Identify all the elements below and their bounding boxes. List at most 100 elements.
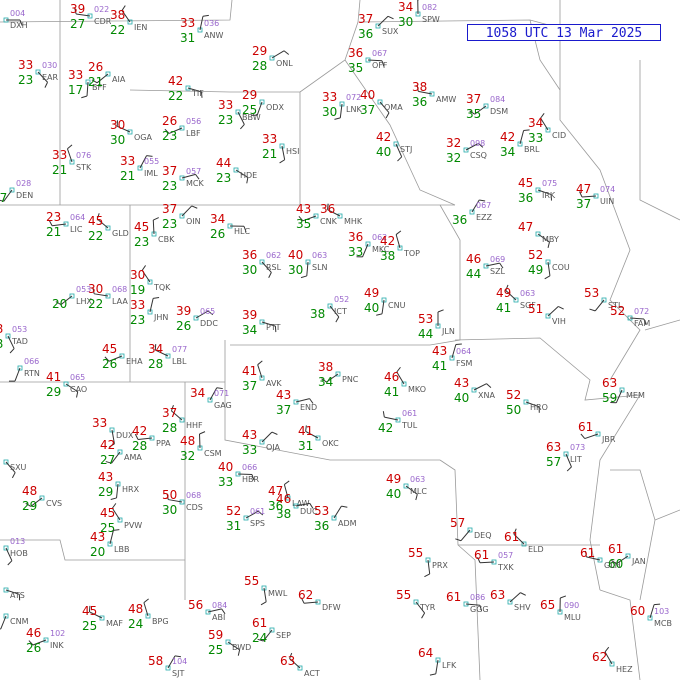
temperature-label: 61 — [474, 548, 489, 562]
station-plot-jhn: 3323 JHN — [130, 297, 168, 327]
dewpoint-label: 50 — [506, 403, 521, 417]
pressure-label: 067 — [372, 49, 387, 58]
dewpoint-label: 36 — [518, 191, 533, 205]
station-id-label: GLD — [112, 229, 129, 238]
station-id-label: CNK — [320, 217, 338, 226]
dewpoint-label: 27 — [100, 453, 115, 467]
wind-barb-feather — [257, 360, 263, 366]
station-id-label: SEP — [276, 631, 291, 640]
station-id-label: SZL — [490, 267, 506, 276]
temperature-label: 63 — [490, 588, 505, 602]
station-id-label: EAR — [42, 73, 59, 82]
station-plot-bwd: 5925 BWD — [208, 628, 251, 657]
temperature-label: 33 — [120, 154, 135, 168]
station-id-label: DXH — [10, 21, 28, 30]
station-plot-lit: 6357 073 LIT — [546, 440, 585, 472]
dewpoint-label: 24 — [128, 617, 143, 631]
temperature-label: 42 — [132, 424, 147, 438]
dewpoint-label: 32 — [446, 151, 461, 165]
station-plot-sjt: 58 104 SJT — [148, 654, 187, 678]
station-plot-pvw: 4525 PVW — [100, 503, 142, 535]
pressure-label: 030 — [42, 61, 57, 70]
temperature-label: 37 — [162, 164, 177, 178]
station-plot-sln: 4030 063 SLN — [288, 248, 328, 279]
station-plot-jln: 5344 JLN — [418, 309, 455, 341]
wind-barb-feather — [143, 598, 149, 604]
wind-barb-feather — [523, 129, 530, 131]
wind-barb — [0, 615, 7, 630]
dewpoint-label: 23 — [134, 235, 149, 249]
dewpoint-label: 38 — [310, 307, 325, 321]
station-id-label: JBR — [601, 435, 616, 444]
dewpoint-label: 40 — [376, 145, 391, 159]
dewpoint-label: 34 — [242, 323, 257, 337]
temperature-label: 34 — [210, 212, 225, 226]
station-plot-shv: 63 SHV — [490, 588, 531, 612]
wind-barb — [181, 205, 193, 217]
station-plot-bpg: 4824 BPG — [128, 598, 169, 631]
station-id-label: HBR — [242, 475, 260, 484]
station-id-label: IRK — [542, 191, 556, 200]
temperature-label: 53 — [584, 286, 599, 300]
station-id-label: TAD — [11, 337, 28, 346]
temperature-label: 41 — [46, 370, 61, 384]
station-plot-lfk: 64 LFK — [418, 646, 457, 676]
dewpoint-label: 17 — [0, 191, 7, 205]
station-plot-den: 17 028 DEN — [0, 179, 33, 205]
temperature-label: 40 — [288, 248, 303, 262]
dewpoint-label: 33 — [218, 475, 233, 489]
temperature-label: 42 — [168, 74, 183, 88]
wind-barb-feather — [486, 383, 492, 389]
pressure-label: 074 — [600, 185, 615, 194]
station-id-label: SPS — [250, 519, 265, 528]
station-plot-ddc: 3926 065 DDC — [176, 304, 218, 333]
station-plot-rsl: 3630 062 RSL — [242, 248, 282, 278]
temperature-label: 52 — [226, 504, 241, 518]
temperature-label: 43 — [276, 388, 291, 402]
dewpoint-label: 33 — [528, 131, 543, 145]
pressure-label: 076 — [76, 151, 91, 160]
wind-barb-feather — [335, 316, 340, 323]
station-plot-deq: 57 DEQ — [450, 516, 492, 542]
pressure-label: 061 — [250, 507, 265, 516]
dewpoint-label: 19 — [130, 283, 145, 297]
station-plot-abi: 56 084 ABI — [188, 598, 227, 622]
station-id-label: OFF — [372, 61, 388, 70]
dewpoint-label: 29 — [22, 499, 37, 513]
station-id-label: FSM — [456, 359, 473, 368]
station-id-label: EHA — [126, 357, 143, 366]
temperature-label: 34 — [398, 0, 413, 14]
wind-barb — [509, 592, 521, 603]
temperature-label: 23 — [46, 210, 61, 224]
dewpoint-label: 30 — [162, 503, 177, 517]
station-plot-irk: 4536 075 IRK — [518, 176, 557, 205]
wind-barb-feather — [385, 112, 390, 119]
temperature-label: 42 — [100, 438, 115, 452]
dewpoint-label: 30 — [288, 263, 303, 277]
temperature-label: 55 — [408, 546, 423, 560]
station-id-label: HDE — [240, 171, 257, 180]
dewpoint-label: 26 — [210, 227, 225, 241]
station-plot-hob: 013 HOB — [3, 537, 28, 566]
temperature-label: 65 — [540, 598, 555, 612]
temperature-label: 45 — [82, 604, 97, 618]
pressure-label: 073 — [570, 443, 585, 452]
dewpoint-label: 21 — [88, 75, 103, 89]
wind-barb — [14, 367, 21, 382]
station-id-label: ATS — [10, 591, 25, 600]
station-plot-cnu: 4940 CNU — [364, 286, 406, 316]
station-id-label: ICT — [334, 307, 347, 316]
temperature-label: 61 — [446, 590, 461, 604]
station-plot-hde: 4423 HDE — [216, 156, 257, 185]
wind-barb-feather — [520, 592, 526, 596]
temperature-label: 39 — [70, 2, 85, 16]
dewpoint-label: 34 — [318, 375, 333, 389]
station-id-label: MCB — [654, 619, 672, 628]
temperature-label: 52 — [506, 388, 521, 402]
temperature-label: 57 — [450, 516, 465, 530]
station-plot-mck: 3723 057 MCK — [162, 164, 204, 193]
station-plot-hez: 62 HEZ — [592, 646, 633, 674]
station-id-label: CNU — [388, 301, 406, 310]
temperature-label: 43 — [454, 376, 469, 390]
station-id-label: HHF — [186, 421, 203, 430]
